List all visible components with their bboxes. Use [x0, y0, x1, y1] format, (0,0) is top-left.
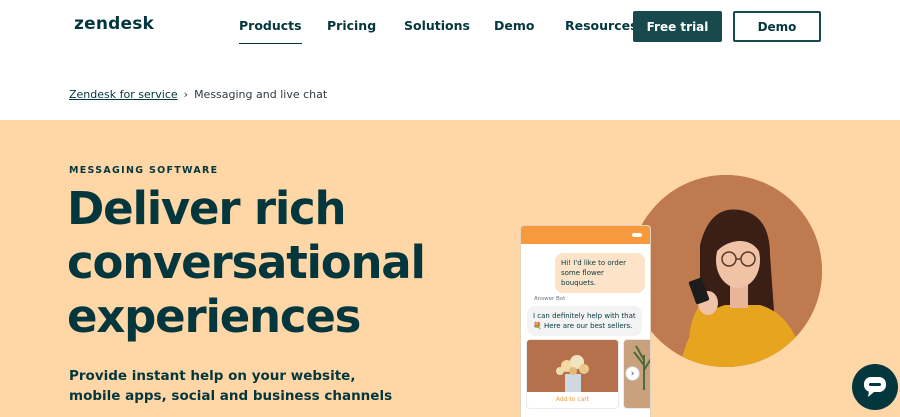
flower-vase-icon [527, 340, 618, 392]
headline-line-2: conversational [67, 236, 426, 289]
chevron-right-icon[interactable]: › [625, 366, 640, 381]
headline-line-3: experiences [67, 290, 361, 343]
free-trial-button[interactable]: Free trial [633, 11, 722, 42]
site-header: zendesk Products Pricing Solutions Demo … [0, 0, 900, 56]
headline-line-1: Deliver rich [67, 182, 347, 235]
bot-label: Answer Bot [534, 296, 566, 302]
nav-demo[interactable]: Demo [494, 18, 534, 33]
nav-pricing[interactable]: Pricing [327, 18, 376, 33]
nav-solutions[interactable]: Solutions [404, 18, 470, 33]
chat-widget-button[interactable] [852, 364, 898, 410]
user-message-bubble: Hi! I'd like to order some flower bouque… [555, 253, 645, 293]
breadcrumb-parent-link[interactable]: Zendesk for service [69, 88, 178, 101]
demo-button[interactable]: Demo [733, 11, 821, 42]
woman-with-phone-illustration [630, 175, 822, 367]
flower-bouquet-image [527, 340, 618, 392]
phone-menu-indicator [632, 233, 642, 237]
zendesk-logo[interactable]: zendesk [74, 14, 154, 34]
hero-section: MESSAGING SOFTWARE Deliver rich conversa… [0, 120, 900, 417]
hero-photo [630, 175, 822, 367]
add-to-cart-button[interactable]: Add to cart [527, 391, 618, 408]
bot-message-bubble: I can definitely help with that 💐 Here a… [527, 306, 642, 336]
hero-subtext: Provide instant help on your website, mo… [69, 368, 393, 404]
breadcrumb-current: Messaging and live chat [194, 88, 328, 101]
phone-mockup: Hi! I'd like to order some flower bouque… [520, 225, 651, 417]
nav-resources[interactable]: Resources [565, 18, 638, 33]
nav-products[interactable]: Products [239, 18, 302, 44]
breadcrumb-separator: › [183, 88, 189, 101]
phone-header-bar [521, 226, 650, 244]
hero-headline: Deliver rich conversational experiences [67, 182, 487, 344]
chat-bubble-icon [864, 377, 886, 397]
hero-eyebrow: MESSAGING SOFTWARE [69, 165, 219, 176]
product-card[interactable]: Add to cart [526, 339, 619, 409]
breadcrumb: Zendesk for service › Messaging and live… [69, 88, 327, 101]
